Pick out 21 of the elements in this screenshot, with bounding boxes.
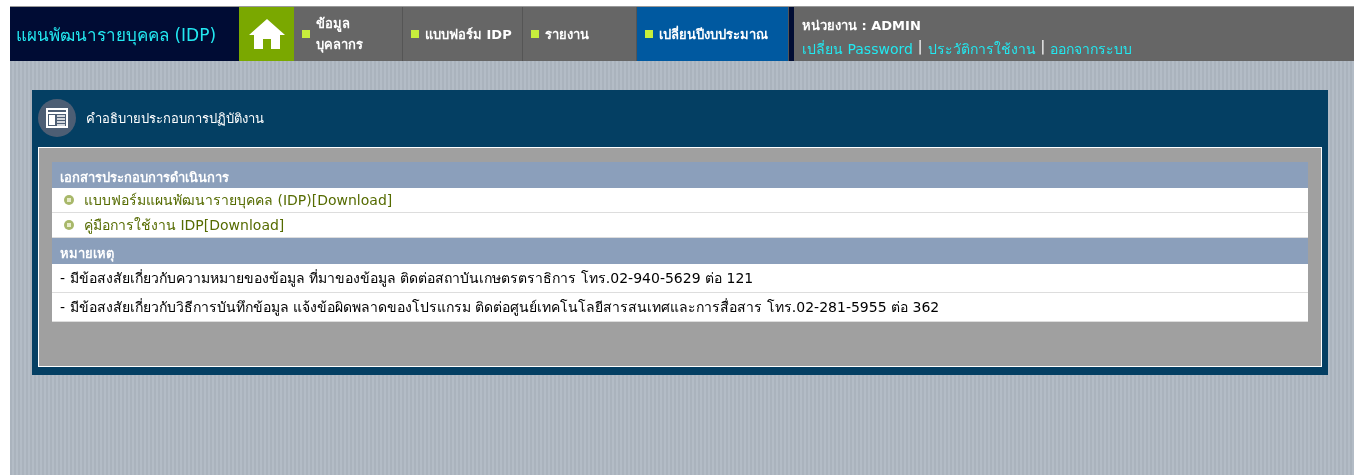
menu-tab[interactable]: แบบฟอร์ม IDP [403,7,523,61]
header-link[interactable]: เปลี่ยน Password [802,38,913,60]
separator: | [1040,38,1046,57]
section-heading: เอกสารประกอบการดำเนินการ [52,162,1308,188]
note-text: - มีข้อสงสัยเกี่ยวกับความหมายของข้อมูล ที่มาของข้อมูล ติดต่อสถาบันเกษตรตราธิการ โทร.02-940-5629 ต่อ 121 [52,264,1308,293]
header-link[interactable]: ออกจากระบบ [1050,38,1133,60]
unit-label: หน่วยงาน : ADMIN [802,17,922,35]
window-list-icon [38,99,76,137]
menu-tab[interactable]: ข้อมูลบุคลากร [294,7,403,61]
separator: | [917,38,923,57]
panel-title: คำอธิบายประกอบการปฏิบัติงาน [86,109,264,128]
menu-tab[interactable]: เปลี่ยนปีงบประมาณ [637,7,789,61]
menu-tab[interactable]: รายงาน [523,7,637,61]
bullet-icon [64,195,74,205]
header-link[interactable]: ประวัติการใช้งาน [927,38,1036,60]
home-button[interactable] [239,7,294,61]
bullet-icon [64,220,74,230]
site-title: แผนพัฒนารายบุคคล (IDP) [15,23,218,48]
note-text: - มีข้อสงสัยเกี่ยวกับวิธีการบันทึกข้อมูล แจ้งข้อผิดพลาดของโปรแกรม ติดต่อศูนย์เทคโนโลยีสารสนเทศและการสื่อสาร โทร.02-281-5955 ต่อ 362 [52,293,1308,322]
section-heading: หมายเหตุ [52,238,1308,264]
download-link[interactable]: คู่มือการใช้งาน IDP[Download] [84,214,285,236]
